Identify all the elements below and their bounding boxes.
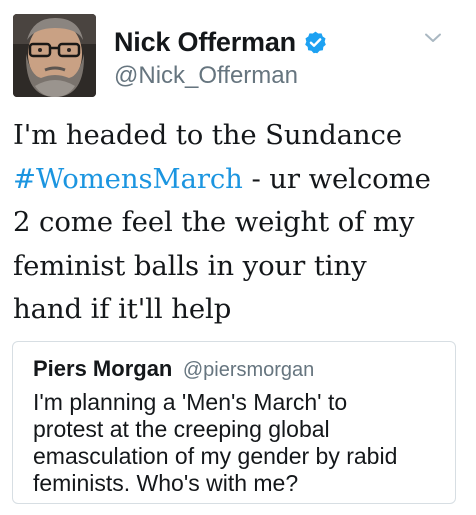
tweet-text-line: hand if it'll help: [13, 293, 232, 325]
author-display-name[interactable]: Nick Offerman: [114, 27, 296, 58]
tweet-card[interactable]: Nick Offerman @Nick_Offerman I'm headed …: [0, 0, 476, 515]
quoted-text-line: feminists. Who's with me?: [33, 470, 299, 496]
quoted-tweet[interactable]: Piers Morgan @piersmorgan I'm planning a…: [12, 341, 456, 504]
author-name-row[interactable]: Nick Offerman: [114, 24, 328, 60]
tweet-text-line: #WomensMarch - ur welcome: [13, 162, 431, 195]
tweet-text-line: I'm headed to the Sundance: [13, 119, 403, 151]
avatar[interactable]: [13, 14, 96, 97]
author-handle[interactable]: @Nick_Offerman: [114, 62, 298, 90]
tweet-text-line: feminist balls in your tiny: [13, 249, 367, 282]
quoted-tweet-text: I'm planning a 'Men's March' to protest …: [33, 389, 443, 497]
quoted-display-name: Piers Morgan: [33, 356, 173, 381]
quoted-handle: @piersmorgan: [182, 359, 315, 381]
verified-badge-icon: [303, 30, 328, 55]
quoted-text-line: I'm planning a 'Men's March' to: [33, 389, 348, 415]
quoted-text-line: protest at the creeping global: [33, 416, 330, 442]
tweet-text: I'm headed to the Sundance #WomensMarch …: [13, 114, 463, 332]
chevron-down-icon[interactable]: [424, 31, 442, 43]
avatar-image: [13, 14, 96, 97]
hashtag-link[interactable]: #WomensMarch: [13, 163, 243, 195]
tweet-text-line: 2 come feel the weight of my: [13, 206, 415, 238]
quoted-text-line: emasculation of my gender by rabid: [33, 443, 398, 469]
quoted-tweet-header: Piers Morgan @piersmorgan: [33, 356, 314, 382]
